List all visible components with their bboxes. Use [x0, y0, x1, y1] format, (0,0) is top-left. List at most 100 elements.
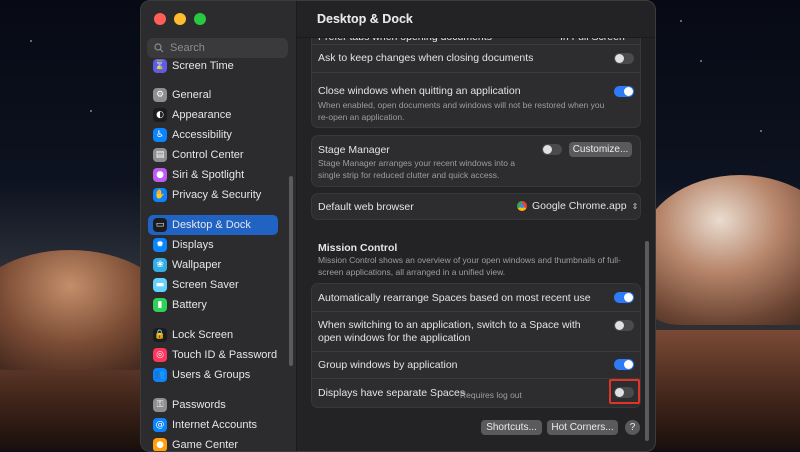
sidebar-item-game-center[interactable]: ● Game Center [148, 435, 278, 451]
main-scrollbar[interactable] [645, 241, 649, 441]
close-windows-label: Close windows when quitting an applicati… [318, 85, 521, 97]
requires-logout-note: Requires log out [460, 390, 522, 400]
mc-row-rearrange: Automatically rearrange Spaces based on … [312, 284, 640, 312]
gear-icon: ⚙ [153, 88, 167, 102]
ask-keep-changes-toggle[interactable] [614, 53, 634, 64]
sidebar-item-passwords[interactable]: ⚿ Passwords [148, 395, 278, 415]
ask-keep-changes-row: Ask to keep changes when closing documen… [312, 44, 640, 73]
mission-control-title: Mission Control [318, 242, 398, 254]
close-windows-toggle[interactable] [614, 86, 634, 97]
fingerprint-icon: ◎ [153, 348, 167, 362]
default-browser-label: Default web browser [318, 201, 414, 213]
help-button[interactable]: ? [625, 420, 640, 435]
sidebar-item-label: Control Center [172, 149, 244, 161]
displays-icon: ✹ [153, 238, 167, 252]
sidebar-item-accessibility[interactable]: ♿ Accessibility [148, 125, 278, 145]
sidebar-item-label: Touch ID & Password [172, 349, 278, 361]
dock-icon: ▭ [153, 218, 167, 232]
sidebar-item-label: Desktop & Dock [172, 219, 251, 231]
star [30, 40, 32, 42]
sidebar-item-label: Game Center [172, 439, 239, 451]
wallpaper-rock-right [640, 175, 800, 325]
star [760, 130, 762, 132]
zoom-window-button[interactable] [194, 13, 206, 25]
stage-manager-card: Stage Manager Stage Manager arranges you… [311, 135, 641, 187]
shortcuts-button[interactable]: Shortcuts... [481, 420, 542, 435]
star [700, 60, 702, 62]
sidebar-item-label: Passwords [172, 399, 226, 411]
sidebar-item-siri-spotlight[interactable]: ● Siri & Spotlight [148, 165, 278, 185]
browser-select[interactable]: Google Chrome.app ⇕ [517, 200, 638, 212]
screen-saver-icon: ▬ [153, 278, 167, 292]
wallpaper-icon: ❀ [153, 258, 167, 272]
sidebar-item-touch-id-password[interactable]: ◎ Touch ID & Password [148, 345, 278, 365]
sidebar-item-internet-accounts[interactable]: @ Internet Accounts [148, 415, 278, 435]
sidebar-item-label: Lock Screen [172, 329, 234, 341]
settings-window: Search ⌛ Screen Time ⚙ General ◐ Appearance ♿ A… [140, 0, 656, 452]
sidebar-item-label: Accessibility [172, 129, 232, 141]
hand-icon: ✋ [153, 188, 167, 202]
mission-control-description: Mission Control shows an overview of you… [318, 255, 621, 277]
mission-control-card: Automatically rearrange Spaces based on … [311, 283, 641, 408]
rearrange-spaces-toggle[interactable] [614, 292, 634, 303]
sidebar-item-desktop-dock[interactable]: ▭ Desktop & Dock [148, 215, 278, 235]
page-title-overlay: Desktop & Dock [317, 12, 413, 26]
group-windows-toggle[interactable] [614, 359, 634, 370]
mc-row-switch-space: When switching to an application, switch… [312, 311, 640, 352]
key-icon: ⚿ [153, 398, 167, 412]
hot-corners-button[interactable]: Hot Corners... [547, 420, 618, 435]
stage-manager-description: Stage Manager arranges your recent windo… [318, 158, 516, 180]
appearance-icon: ◐ [153, 108, 167, 122]
control-center-icon: ▤ [153, 148, 167, 162]
mc-row-separate-spaces: Displays have separate Spaces Requires l… [312, 378, 640, 407]
sidebar-item-label: Wallpaper [172, 259, 222, 271]
sidebar-item-wallpaper[interactable]: ❀ Wallpaper [148, 255, 278, 275]
search-placeholder: Search [170, 42, 205, 54]
sidebar-item-battery[interactable]: ▮ Battery [148, 295, 278, 315]
sidebar-item-users-groups[interactable]: 👥 Users & Groups [148, 365, 278, 385]
customize-button[interactable]: Customize... [569, 142, 632, 157]
stage-manager-toggle[interactable] [542, 144, 562, 155]
sidebar-item-label: Screen Saver [172, 279, 239, 291]
sidebar-item-displays[interactable]: ✹ Displays [148, 235, 278, 255]
switch-space-label: When switching to an application, switch… [318, 319, 581, 344]
group-windows-label: Group windows by application [318, 359, 458, 371]
search-input[interactable]: Search [147, 38, 288, 58]
sidebar-item-privacy-security[interactable]: ✋ Privacy & Security [148, 185, 278, 205]
sidebar: Search ⌛ Screen Time ⚙ General ◐ Appearance ♿ A… [141, 1, 297, 451]
hourglass-icon: ⌛ [153, 59, 167, 73]
browser-value: Google Chrome.app [532, 200, 627, 212]
at-icon: @ [153, 418, 167, 432]
close-windows-description: When enabled, open documents and windows… [318, 100, 605, 122]
star [90, 110, 92, 112]
lock-icon: 🔒 [153, 328, 167, 342]
rearrange-spaces-label: Automatically rearrange Spaces based on … [318, 292, 591, 304]
sidebar-item-general[interactable]: ⚙ General [148, 85, 278, 105]
sidebar-item-label: Privacy & Security [172, 189, 262, 201]
sidebar-item-appearance[interactable]: ◐ Appearance [148, 105, 278, 125]
accessibility-icon: ♿ [153, 128, 167, 142]
minimize-window-button[interactable] [174, 13, 186, 25]
close-window-button[interactable] [154, 13, 166, 25]
sidebar-item-label: Appearance [172, 109, 232, 121]
switch-space-toggle[interactable] [614, 320, 634, 331]
mc-row-group-windows: Group windows by application [312, 351, 640, 379]
ask-keep-changes-label: Ask to keep changes when closing documen… [318, 52, 534, 64]
sidebar-item-label: Siri & Spotlight [172, 169, 245, 181]
sidebar-item-label: Screen Time [172, 60, 234, 72]
star [680, 20, 682, 22]
battery-icon: ▮ [153, 298, 167, 312]
updown-chevron-icon: ⇕ [631, 201, 639, 211]
window-controls [154, 13, 206, 25]
default-browser-card: Default web browser Google Chrome.app ⇕ [311, 193, 641, 220]
sidebar-item-label: Displays [172, 239, 214, 251]
sidebar-item-screen-time[interactable]: ⌛ Screen Time [148, 56, 278, 76]
sidebar-item-screen-saver[interactable]: ▬ Screen Saver [148, 275, 278, 295]
sidebar-item-control-center[interactable]: ▤ Control Center [148, 145, 278, 165]
users-icon: 👥 [153, 368, 167, 382]
sidebar-item-lock-screen[interactable]: 🔒 Lock Screen [148, 325, 278, 345]
sidebar-item-label: Internet Accounts [172, 419, 257, 431]
separate-spaces-label: Displays have separate Spaces [318, 387, 466, 399]
close-windows-row: Close windows when quitting an applicati… [312, 72, 640, 127]
sidebar-scrollbar[interactable] [289, 176, 293, 366]
